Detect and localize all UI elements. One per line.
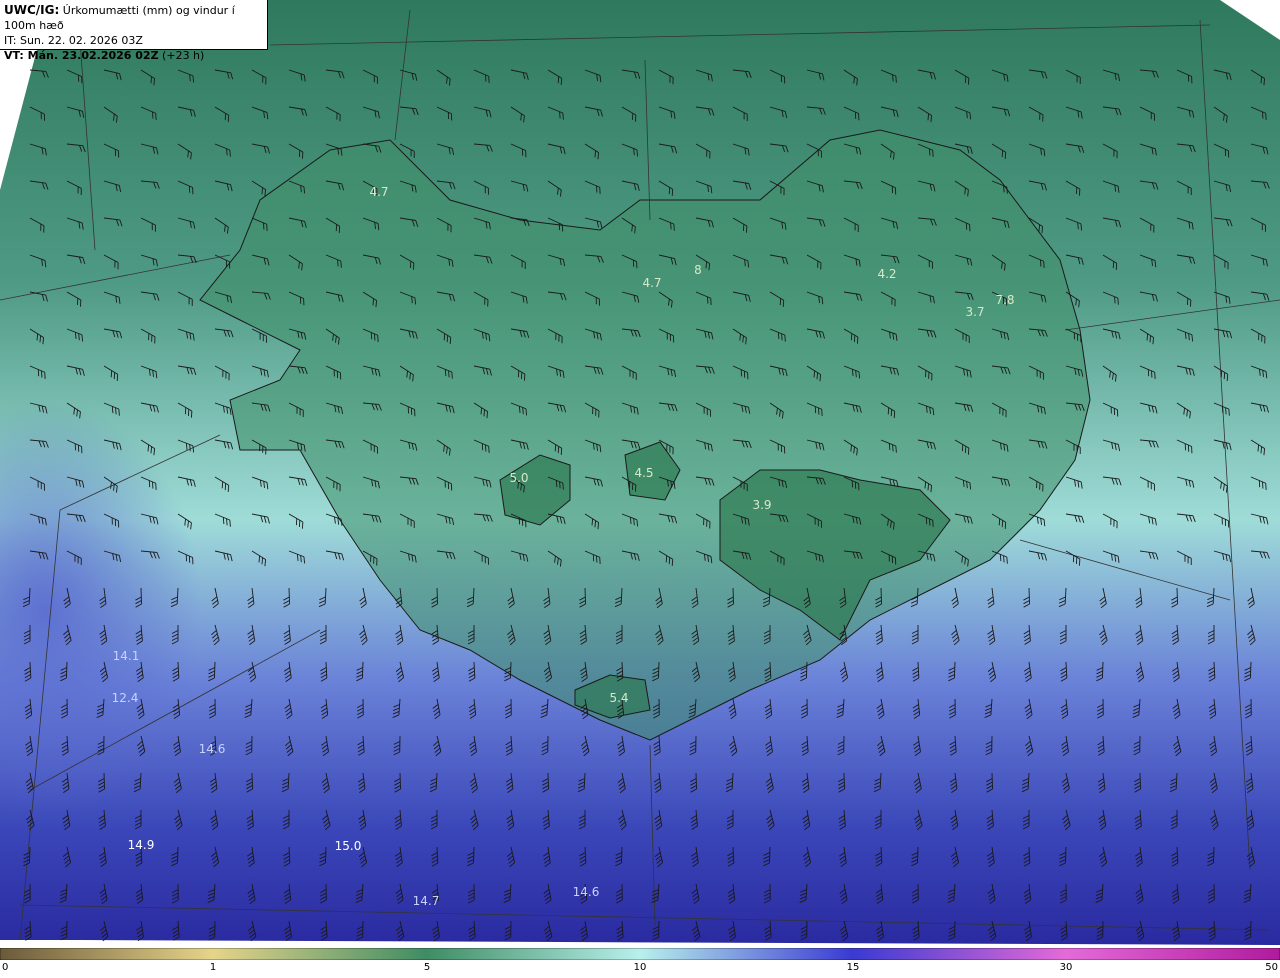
precip-value: 4.5	[634, 466, 654, 480]
precip-value: 14.1	[112, 649, 140, 663]
colorbar-tick: 1	[209, 962, 217, 973]
precip-value: 4.7	[642, 276, 662, 290]
precip-value: 5.4	[609, 691, 629, 705]
colorbar-tick: 0	[2, 962, 9, 973]
precip-value: 12.4	[111, 691, 139, 705]
precip-colorbar	[0, 948, 1280, 960]
model-label: UWC/IG:	[4, 3, 60, 17]
map-info-box: UWC/IG: Úrkomumætti (mm) og vindur í 100…	[0, 0, 268, 62]
valid-time: VT: Mán. 23.02.2026 02Z	[4, 49, 159, 62]
colorbar-tick: 30	[1059, 962, 1073, 973]
valid-time-line: VT: Mán. 23.02.2026 02Z (+23 h)	[4, 48, 263, 63]
forecast-offset: (+23 h)	[158, 49, 205, 62]
precip-value: 7.8	[995, 293, 1015, 307]
colorbar-tick: 15	[846, 962, 860, 973]
precip-value: 4.7	[369, 185, 389, 199]
precip-value: 14.9	[127, 838, 155, 852]
issue-time: IT: Sun. 22. 02. 2026 03Z	[4, 34, 143, 47]
precip-value: 4.2	[877, 267, 897, 281]
precip-value: 14.6	[572, 885, 600, 899]
precip-value: 3.7	[965, 305, 985, 319]
precip-value: 15.0	[334, 839, 362, 853]
precip-value: 3.9	[752, 498, 772, 512]
precip-value: 14.7	[412, 894, 440, 908]
colorbar-tick: 50	[1265, 962, 1278, 973]
precip-value: 5.0	[509, 471, 529, 485]
title-line: UWC/IG: Úrkomumætti (mm) og vindur í 100…	[4, 3, 263, 33]
colorbar-tick: 5	[423, 962, 431, 973]
precip-value: 14.6	[198, 742, 226, 756]
colorbar-tick: 10	[633, 962, 647, 973]
precip-value: 8	[694, 263, 702, 277]
